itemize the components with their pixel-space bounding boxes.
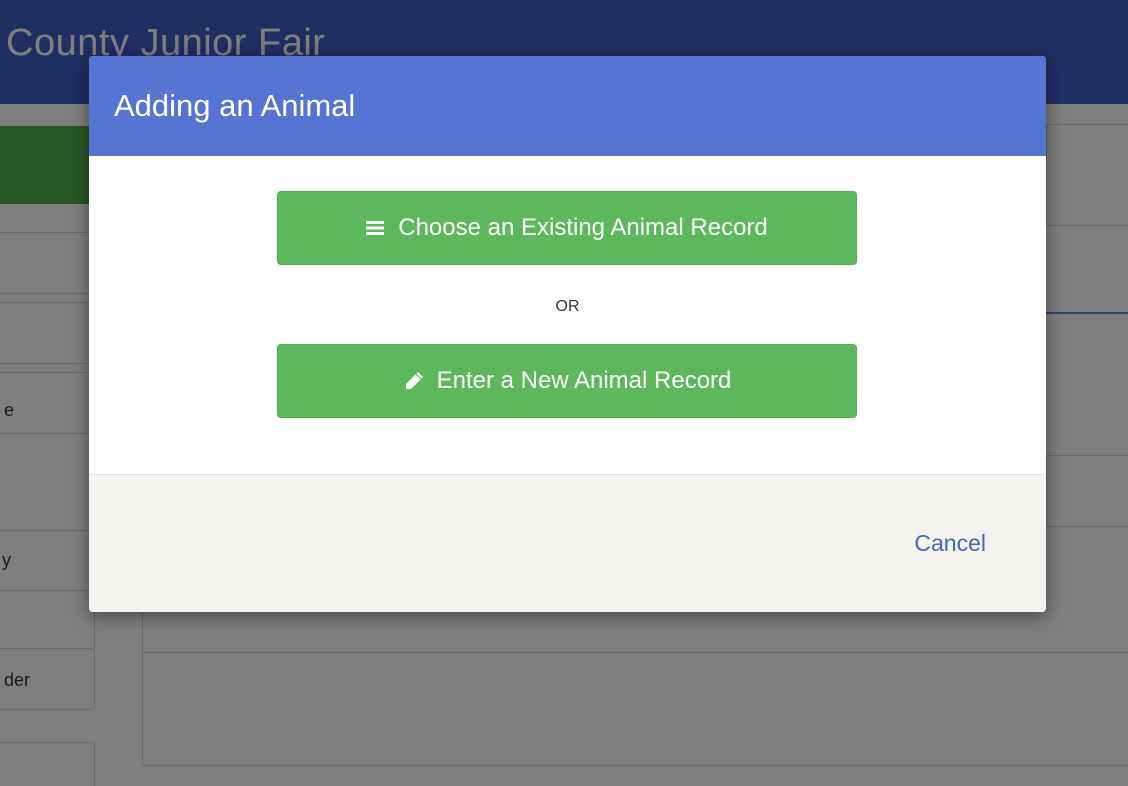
cancel-button[interactable]: Cancel — [914, 530, 986, 557]
list-icon — [366, 220, 386, 236]
or-separator: OR — [555, 298, 580, 315]
modal-body: Choose an Existing Animal Record OR Ente… — [89, 156, 1046, 474]
add-animal-modal: Adding an Animal Choose an Existing Anim… — [89, 56, 1046, 612]
enter-new-animal-label: Enter a New Animal Record — [436, 367, 732, 394]
modal-title: Adding an Animal — [114, 88, 356, 123]
choose-existing-animal-label: Choose an Existing Animal Record — [398, 214, 768, 241]
modal-header: Adding an Animal — [89, 56, 1046, 156]
modal-footer: Cancel — [89, 474, 1046, 612]
choose-existing-animal-button[interactable]: Choose an Existing Animal Record — [277, 191, 857, 265]
enter-new-animal-button[interactable]: Enter a New Animal Record — [277, 344, 857, 418]
pencil-icon — [403, 370, 425, 392]
